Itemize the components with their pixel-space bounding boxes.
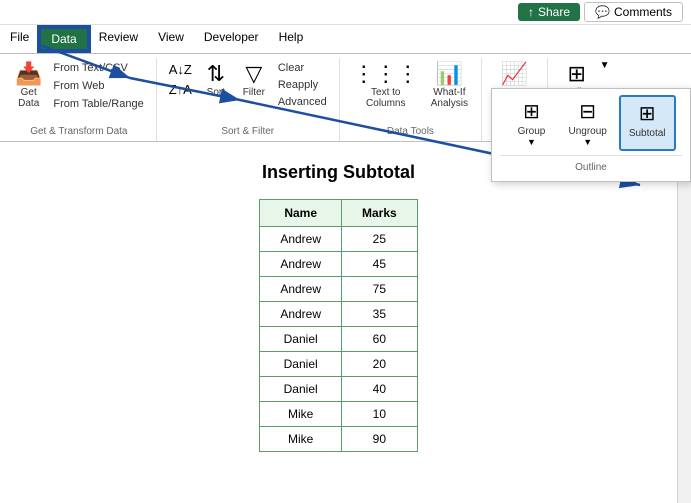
group-dropdown[interactable]: ▼ xyxy=(527,137,536,147)
subtotal-icon: ⊞ xyxy=(639,101,656,126)
group-label-get-transform: Get & Transform Data xyxy=(30,122,127,139)
data-table: Name Marks Andrew25Andrew45Andrew75Andre… xyxy=(259,199,417,452)
outline-dropdown-icon[interactable]: ▼ xyxy=(600,60,610,71)
outline-popup: ⊞ Group ▼ ⊟ Ungroup ▼ ⊞ Subtotal Outline xyxy=(491,88,691,182)
what-if-icon: 📊 xyxy=(436,63,463,85)
cell-marks[interactable]: 20 xyxy=(342,352,418,377)
table-row: Andrew45 xyxy=(260,252,417,277)
text-columns-icon: ⋮⋮⋮ xyxy=(353,63,419,85)
get-data-button[interactable]: 📥 GetData xyxy=(10,60,47,112)
sort-za-button[interactable]: Z↑A xyxy=(165,80,196,99)
cell-marks[interactable]: 75 xyxy=(342,277,418,302)
cell-marks[interactable]: 60 xyxy=(342,327,418,352)
ungroup-button[interactable]: ⊟ Ungroup ▼ xyxy=(560,95,614,151)
share-label: Share xyxy=(538,5,570,19)
popup-footer-label: Outline xyxy=(498,160,684,175)
cell-name[interactable]: Mike xyxy=(260,402,342,427)
table-row: Daniel20 xyxy=(260,352,417,377)
filter-icon: ▽ xyxy=(245,63,262,85)
group-content: 📥 GetData From Text/CSV From Web From Ta… xyxy=(10,60,148,122)
reapply-button[interactable]: Reapply xyxy=(274,77,331,93)
cell-marks[interactable]: 45 xyxy=(342,252,418,277)
menu-bar: File Data Review View Developer Help xyxy=(0,25,691,54)
table-row: Daniel40 xyxy=(260,377,417,402)
popup-divider xyxy=(500,155,682,156)
col-header-name: Name xyxy=(260,200,342,227)
from-web-button[interactable]: From Web xyxy=(49,78,147,94)
advanced-button[interactable]: Advanced xyxy=(274,94,331,110)
sheet-area: Inserting Subtotal Name Marks Andrew25An… xyxy=(0,142,677,503)
comments-label: Comments xyxy=(614,5,672,19)
group-get-transform: 📥 GetData From Text/CSV From Web From Ta… xyxy=(2,58,157,141)
cell-marks[interactable]: 90 xyxy=(342,427,418,452)
table-row: Andrew25 xyxy=(260,227,417,252)
cell-name[interactable]: Daniel xyxy=(260,327,342,352)
sort-icon: ⇅ xyxy=(207,63,225,85)
group-label-data-tools: Data Tools xyxy=(387,122,434,139)
data-tools-content: ⋮⋮⋮ Text toColumns 📊 What-IfAnalysis xyxy=(348,60,473,122)
group-icon: ⊞ xyxy=(523,99,540,124)
ungroup-icon: ⊟ xyxy=(579,99,596,124)
share-button[interactable]: ↑ Share xyxy=(518,3,580,21)
menu-help[interactable]: Help xyxy=(269,27,314,51)
cell-name[interactable]: Daniel xyxy=(260,352,342,377)
what-if-button[interactable]: 📊 What-IfAnalysis xyxy=(426,60,473,112)
ungroup-dropdown[interactable]: ▼ xyxy=(583,137,592,147)
outline-icon: ⊞ xyxy=(568,63,586,85)
table-row: Mike10 xyxy=(260,402,417,427)
text-to-columns-button[interactable]: ⋮⋮⋮ Text toColumns xyxy=(348,60,424,112)
menu-file[interactable]: File xyxy=(0,27,39,51)
menu-data[interactable]: Data xyxy=(39,27,88,51)
sort-az-icon: A↓Z xyxy=(169,62,192,77)
cell-name[interactable]: Daniel xyxy=(260,377,342,402)
sort-az-button[interactable]: A↓Z xyxy=(165,60,196,79)
comments-button[interactable]: 💬 Comments xyxy=(584,2,683,22)
sort-za-icon: Z↑A xyxy=(169,82,192,97)
table-row: Andrew35 xyxy=(260,302,417,327)
menu-developer[interactable]: Developer xyxy=(194,27,269,51)
top-bar: ↑ Share 💬 Comments xyxy=(0,0,691,25)
forecast-icon: 📈 xyxy=(501,63,528,85)
group-button[interactable]: ⊞ Group ▼ xyxy=(506,95,556,151)
cell-name[interactable]: Andrew xyxy=(260,277,342,302)
cell-marks[interactable]: 35 xyxy=(342,302,418,327)
outline-popup-buttons: ⊞ Group ▼ ⊟ Ungroup ▼ ⊞ Subtotal xyxy=(498,95,684,151)
filter-button[interactable]: ▽ Filter xyxy=(236,60,272,101)
clear-button[interactable]: Clear xyxy=(274,60,331,76)
group-label-sort-filter: Sort & Filter xyxy=(221,122,274,139)
from-text-button[interactable]: From Text/CSV xyxy=(49,60,147,76)
col-header-marks: Marks xyxy=(342,200,418,227)
share-icon: ↑ xyxy=(528,5,534,19)
menu-review[interactable]: Review xyxy=(89,27,148,51)
scrollbar-vertical[interactable] xyxy=(677,142,691,503)
menu-view[interactable]: View xyxy=(148,27,194,51)
cell-name[interactable]: Andrew xyxy=(260,302,342,327)
main-content: Inserting Subtotal Name Marks Andrew25An… xyxy=(0,142,691,503)
table-row: Daniel60 xyxy=(260,327,417,352)
cell-marks[interactable]: 25 xyxy=(342,227,418,252)
sort-button[interactable]: ⇅ Sort xyxy=(198,60,234,101)
cell-marks[interactable]: 10 xyxy=(342,402,418,427)
subtotal-button[interactable]: ⊞ Subtotal xyxy=(619,95,676,151)
sort-filter-content: A↓Z Z↑A ⇅ Sort ▽ Filter Clear xyxy=(165,60,331,122)
cell-name[interactable]: Andrew xyxy=(260,227,342,252)
get-data-icon: 📥 xyxy=(15,63,42,85)
group-data-tools: ⋮⋮⋮ Text toColumns 📊 What-IfAnalysis Dat… xyxy=(340,58,482,141)
from-table-button[interactable]: From Table/Range xyxy=(49,96,147,112)
group-sort-filter: A↓Z Z↑A ⇅ Sort ▽ Filter Clear xyxy=(157,58,340,141)
cell-name[interactable]: Andrew xyxy=(260,252,342,277)
comments-icon: 💬 xyxy=(595,5,610,19)
table-row: Andrew75 xyxy=(260,277,417,302)
cell-name[interactable]: Mike xyxy=(260,427,342,452)
cell-marks[interactable]: 40 xyxy=(342,377,418,402)
table-row: Mike90 xyxy=(260,427,417,452)
